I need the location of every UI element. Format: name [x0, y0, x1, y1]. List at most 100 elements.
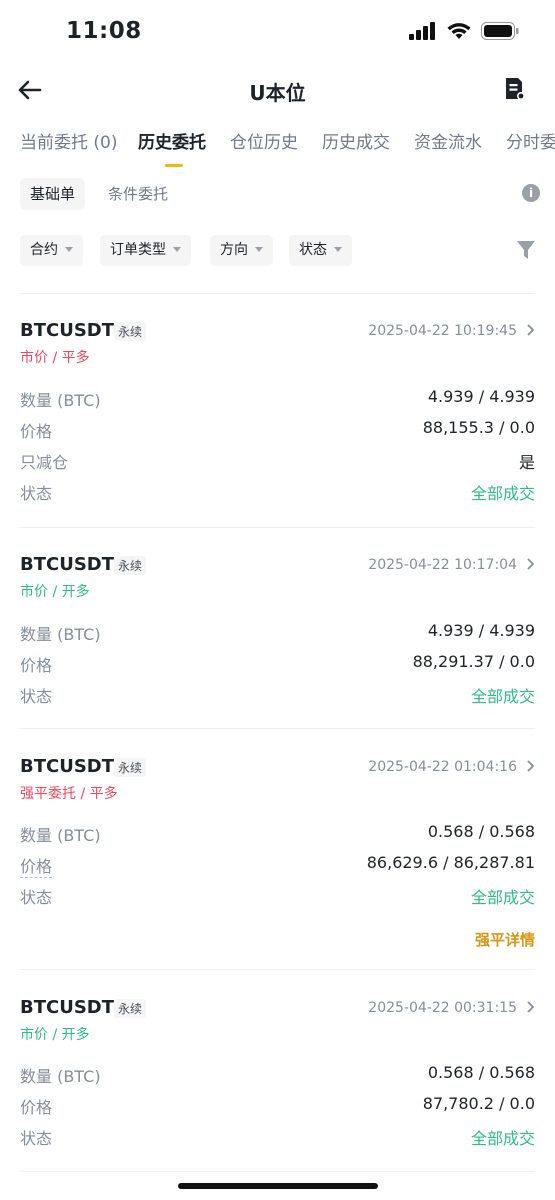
divider	[20, 527, 535, 528]
row-label: 价格	[20, 1098, 53, 1117]
detail-row: 状态 全部成交	[20, 683, 535, 707]
filter-bar: 合约 订单类型 方向 状态	[20, 235, 535, 267]
wifi-icon	[447, 23, 471, 39]
filter-label: 合约	[30, 242, 58, 258]
chevron-right-icon[interactable]	[525, 557, 535, 571]
divider	[20, 728, 535, 729]
row-value: 87,780.2 / 0.0	[422, 1094, 535, 1113]
status-bar: 11:08	[0, 0, 555, 66]
signal-icon	[409, 22, 435, 40]
row-label: 价格	[20, 656, 53, 675]
tab-twap-orders[interactable]: 分时委	[506, 128, 555, 153]
order-subtabs: 基础单 条件委托 i	[20, 178, 540, 210]
status-value: 全部成交	[470, 888, 535, 907]
order-time: 2025-04-22 10:17:04	[368, 557, 517, 573]
row-label: 状态	[20, 687, 53, 706]
detail-row: 状态 全部成交	[20, 1125, 535, 1149]
status-value: 全部成交	[470, 687, 535, 706]
status-value: 全部成交	[470, 484, 535, 503]
order-symbol: BTCUSDT	[20, 997, 115, 1018]
tab-open-orders[interactable]: 当前委托 (0)	[20, 128, 117, 153]
order-card[interactable]: BTCUSDT 永续 2025-04-22 00:31:15 市价 / 开多 数…	[20, 997, 535, 1157]
contract-badge: 永续	[114, 999, 147, 1018]
order-card[interactable]: BTCUSDT 永续 2025-04-22 10:19:45 市价 / 平多 数…	[20, 320, 535, 510]
row-label: 数量 (BTC)	[20, 625, 101, 644]
detail-row: 数量 (BTC) 0.568 / 0.568	[20, 822, 535, 846]
order-symbol: BTCUSDT	[20, 554, 115, 575]
filter-status[interactable]: 状态	[289, 235, 352, 266]
filter-order-type[interactable]: 订单类型	[100, 235, 191, 266]
detail-row: 价格 87,780.2 / 0.0	[20, 1094, 535, 1118]
row-value: 4.939 / 4.939	[427, 387, 535, 406]
order-time: 2025-04-22 00:31:15	[368, 1000, 517, 1016]
chevron-right-icon[interactable]	[525, 759, 535, 773]
home-indicator[interactable]	[178, 1183, 378, 1189]
filter-label: 状态	[299, 242, 327, 258]
document-icon	[506, 78, 525, 100]
detail-row: 价格 88,155.3 / 0.0	[20, 418, 535, 442]
row-value: 4.939 / 4.939	[427, 621, 535, 640]
tab-funding-flow[interactable]: 资金流水	[414, 128, 482, 153]
row-label: 只减仓	[20, 453, 69, 472]
page-title: U本位	[249, 81, 306, 105]
chevron-right-icon[interactable]	[525, 1000, 535, 1014]
row-value: 0.568 / 0.568	[427, 1063, 535, 1082]
tab-trade-history[interactable]: 历史成交	[322, 128, 390, 153]
order-symbol: BTCUSDT	[20, 320, 115, 341]
contract-badge: 永续	[114, 556, 147, 575]
detail-row: 状态 全部成交	[20, 884, 535, 908]
detail-row: 数量 (BTC) 4.939 / 4.939	[20, 621, 535, 645]
filter-label: 方向	[220, 242, 248, 258]
order-tabs: 当前委托 (0) 历史委托 仓位历史 历史成交 资金流水 分时委	[20, 128, 555, 168]
tab-active-indicator	[165, 164, 183, 167]
row-value: 86,629.6 / 86,287.81	[366, 853, 535, 872]
order-time: 2025-04-22 01:04:16	[368, 759, 517, 775]
row-value: 0.568 / 0.568	[427, 822, 535, 841]
row-label: 状态	[20, 484, 53, 503]
status-time: 11:08	[66, 18, 142, 44]
caret-down-icon	[334, 246, 342, 252]
row-label[interactable]: 价格	[20, 853, 53, 878]
filter-contract[interactable]: 合约	[20, 235, 83, 266]
subtab-basic-orders[interactable]: 基础单	[20, 178, 86, 210]
order-symbol: BTCUSDT	[20, 756, 115, 777]
nav-bar: U本位	[0, 66, 555, 116]
filter-direction[interactable]: 方向	[210, 235, 273, 266]
order-type: 市价 / 开多	[20, 584, 90, 600]
contract-badge: 永续	[114, 758, 147, 777]
subtab-conditional-orders[interactable]: 条件委托	[98, 178, 178, 210]
chevron-right-icon[interactable]	[525, 323, 535, 337]
row-label: 数量 (BTC)	[20, 1067, 101, 1086]
order-type: 市价 / 平多	[20, 350, 90, 366]
divider	[20, 293, 535, 294]
tab-position-history[interactable]: 仓位历史	[230, 128, 298, 153]
detail-row: 数量 (BTC) 4.939 / 4.939	[20, 387, 535, 411]
order-time: 2025-04-22 10:19:45	[368, 323, 517, 339]
row-label: 状态	[20, 1129, 53, 1148]
row-value: 88,291.37 / 0.0	[412, 652, 535, 671]
divider	[20, 969, 535, 970]
tab-order-history[interactable]: 历史委托	[138, 128, 206, 153]
order-card[interactable]: BTCUSDT 永续 2025-04-22 10:17:04 市价 / 开多 数…	[20, 554, 535, 714]
caret-down-icon	[65, 246, 73, 252]
order-type: 市价 / 开多	[20, 1027, 90, 1043]
caret-down-icon	[255, 246, 263, 252]
funnel-icon[interactable]	[517, 240, 535, 260]
status-icons	[409, 22, 519, 40]
detail-row: 价格 86,629.6 / 86,287.81	[20, 853, 535, 878]
row-label: 数量 (BTC)	[20, 826, 101, 845]
detail-row: 状态 全部成交	[20, 480, 535, 504]
detail-row: 数量 (BTC) 0.568 / 0.568	[20, 1063, 535, 1087]
liquidation-details-link[interactable]: 强平详情	[475, 929, 535, 950]
info-icon[interactable]: i	[522, 184, 540, 202]
order-card[interactable]: BTCUSDT 永续 2025-04-22 01:04:16 强平委托 / 平多…	[20, 756, 535, 951]
row-label: 价格	[20, 422, 53, 441]
order-type: 强平委托 / 平多	[20, 786, 118, 802]
battery-icon	[481, 22, 519, 40]
status-value: 全部成交	[470, 1129, 535, 1148]
divider	[20, 1171, 535, 1172]
row-label: 数量 (BTC)	[20, 391, 101, 410]
detail-row: 只减仓 是	[20, 449, 535, 473]
records-button[interactable]	[503, 76, 531, 104]
detail-row: 价格 88,291.37 / 0.0	[20, 652, 535, 676]
